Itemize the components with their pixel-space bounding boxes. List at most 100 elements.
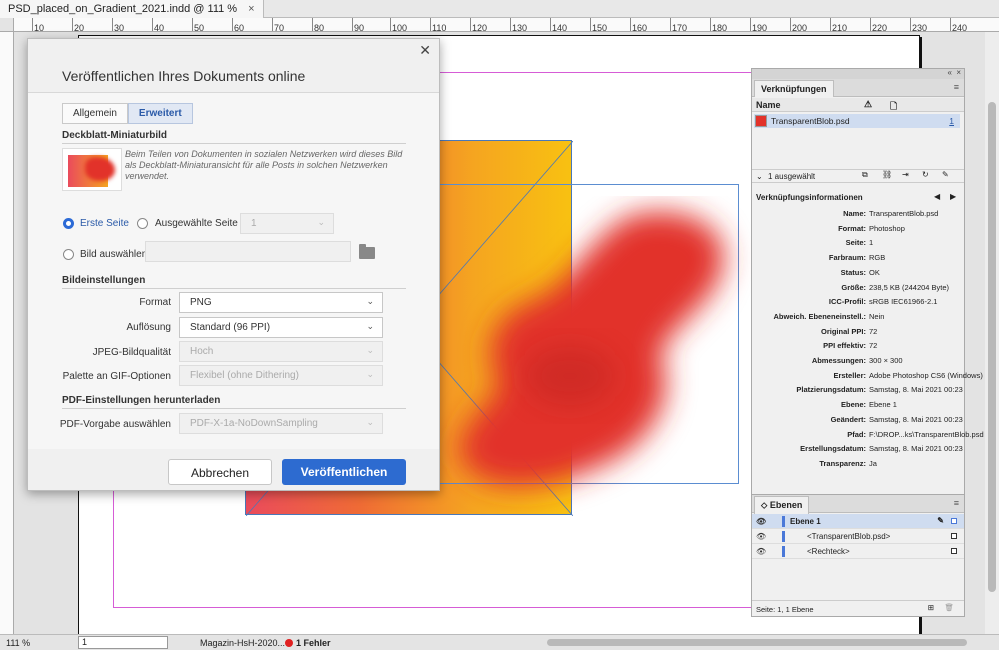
link-row[interactable]: TransparentBlob.psd 1	[754, 114, 960, 128]
column-name[interactable]: Name	[756, 100, 781, 110]
choose-image-label[interactable]: Bild auswählen	[80, 249, 147, 260]
tab-links[interactable]: Verknüpfungen	[754, 80, 834, 97]
info-key: Ersteller:	[833, 370, 866, 380]
collapse-panel-icon[interactable]: «	[948, 68, 952, 77]
preflight-profile[interactable]: Magazin-HsH-2020...	[200, 638, 285, 648]
info-value: OK	[869, 267, 880, 277]
info-key: Abweich. Ebeneneinstell.:	[773, 311, 866, 321]
gif-palette-select: Flexibel (ohne Dithering) ⌄	[179, 365, 383, 386]
chevron-down-icon: ⌄	[366, 345, 374, 355]
radio-selected-page[interactable]	[137, 218, 148, 229]
new-layer-icon[interactable]: ⊞	[928, 603, 934, 612]
ruler-tick: 40	[151, 18, 165, 32]
selected-page-stepper: 1 ⌄	[240, 213, 334, 234]
expand-chevron-icon[interactable]: ⌄	[756, 172, 763, 181]
ruler-origin[interactable]	[0, 18, 14, 32]
horizontal-scroll-thumb[interactable]	[547, 639, 967, 646]
info-key: Status:	[840, 267, 866, 277]
layer-color-swatch	[782, 546, 785, 557]
radio-first-page[interactable]	[63, 218, 74, 229]
publish-button[interactable]: Veröffentlichen	[282, 459, 406, 485]
info-key: Format:	[838, 223, 866, 233]
thumbnail-blob	[85, 157, 115, 181]
ruler-tick: 220	[869, 18, 888, 32]
previous-link-icon[interactable]: ◀	[934, 192, 940, 201]
resolution-select[interactable]: Standard (96 PPI) ⌄	[179, 317, 383, 338]
ruler-tick: 130	[509, 18, 528, 32]
vertical-scrollbar[interactable]	[985, 32, 999, 634]
tab-layers[interactable]: ⬦ Ebenen	[754, 496, 810, 514]
format-select[interactable]: PNG ⌄	[179, 292, 383, 313]
vertical-scroll-thumb[interactable]	[988, 102, 996, 592]
info-value: Ebene 1	[869, 400, 897, 410]
ruler-tick: 110	[429, 18, 447, 32]
layers-menu-icon[interactable]: ≡	[954, 498, 959, 508]
eye-icon[interactable]: 👁	[756, 547, 766, 556]
layers-panel: ⬦ Ebenen ≡ 👁 Ebene 1 ✎ 👁 <TransparentBlo…	[752, 494, 964, 616]
ruler-tick: 170	[669, 18, 688, 32]
page-icon[interactable]: 🗋	[890, 99, 897, 115]
info-key: Größe:	[841, 282, 866, 292]
close-tab-icon[interactable]: ×	[248, 3, 254, 15]
info-value: Samstag, 8. Mai 2021 00:23	[869, 414, 963, 424]
document-tab-title: PSD_placed_on_Gradient_2021.indd @ 111 %	[8, 3, 238, 15]
edit-original-icon[interactable]: ✎	[942, 170, 949, 179]
relink-icon[interactable]: ⛓	[882, 170, 892, 179]
ruler-tick: 190	[749, 18, 768, 32]
layer-name: Ebene 1	[790, 517, 821, 526]
ruler-tick: 90	[351, 18, 365, 32]
close-panel-icon[interactable]: ×	[956, 68, 961, 77]
jpeg-quality-select: Hoch ⌄	[179, 341, 383, 362]
folder-icon[interactable]	[359, 244, 375, 259]
info-value: 1	[869, 238, 874, 248]
info-key: Name:	[843, 209, 866, 218]
selected-count: 1 ausgewählt	[768, 172, 816, 181]
info-value: Nein	[869, 311, 885, 321]
first-page-label[interactable]: Erste Seite	[80, 218, 129, 229]
next-link-icon[interactable]: ▶	[950, 192, 956, 201]
pen-icon[interactable]: ✎	[937, 516, 944, 525]
cc-libraries-icon[interactable]: ⧉	[862, 170, 868, 180]
layers-tab-label: Ebenen	[769, 500, 803, 510]
select-square-icon[interactable]	[951, 518, 957, 524]
tab-advanced[interactable]: Erweitert	[127, 103, 193, 124]
trash-icon[interactable]: 🗑	[944, 603, 954, 612]
eye-icon[interactable]: 👁	[756, 517, 766, 526]
chevron-down-icon: ⌄	[366, 369, 374, 379]
layer-color-swatch	[782, 531, 785, 542]
go-to-link-icon[interactable]: ⇥	[902, 170, 909, 179]
link-page-number[interactable]: 1	[949, 116, 954, 126]
document-tab-bar: PSD_placed_on_Gradient_2021.indd @ 111 %…	[0, 0, 999, 18]
vertical-ruler[interactable]	[0, 32, 14, 634]
close-icon[interactable]: ✕	[419, 42, 431, 59]
cancel-button[interactable]: Abbrechen	[168, 459, 272, 485]
layer-item-row[interactable]: 👁 <TransparentBlob.psd>	[752, 529, 964, 544]
panel-menu-icon[interactable]: ≡	[954, 82, 959, 92]
layer-row[interactable]: 👁 Ebene 1 ✎	[752, 514, 964, 529]
error-dot-icon	[285, 639, 293, 647]
info-value: 300 × 300	[869, 356, 903, 365]
image-settings-title: Bildeinstellungen	[62, 275, 146, 286]
error-count: 1 Fehler	[296, 638, 331, 648]
ruler-tick: 100	[389, 18, 408, 32]
links-panel: « × Verknüpfungen ≡ Name ⚠ 🗋 Transparent…	[751, 68, 984, 617]
pdf-preset-select: PDF-X-1a-NoDownSampling ⌄	[179, 413, 383, 434]
select-square-icon[interactable]	[951, 533, 957, 539]
preflight-errors[interactable]: 1 Fehler	[285, 638, 331, 648]
select-square-icon[interactable]	[951, 548, 957, 554]
tab-general[interactable]: Allgemein	[62, 103, 128, 124]
ruler-tick: 230	[909, 18, 928, 32]
eye-icon[interactable]: 👁	[756, 532, 766, 541]
horizontal-ruler[interactable]: 10 20 30 40 50 60 70 80 90 100 110 120 1…	[14, 18, 999, 32]
selected-page-label[interactable]: Ausgewählte Seite	[155, 218, 238, 229]
layer-item-row[interactable]: 👁 <Rechteck>	[752, 544, 964, 559]
link-file-name: TransparentBlob.psd	[771, 116, 850, 126]
document-tab[interactable]: PSD_placed_on_Gradient_2021.indd @ 111 %…	[0, 0, 264, 18]
warning-icon[interactable]: ⚠	[864, 99, 872, 110]
zoom-level[interactable]: 111 %	[6, 638, 30, 648]
ruler-tick: 120	[469, 18, 488, 32]
transparent-blob-image[interactable]	[420, 196, 780, 516]
page-number-field[interactable]: 1	[78, 636, 168, 649]
update-link-icon[interactable]: ↻	[922, 170, 929, 179]
radio-choose-image[interactable]	[63, 249, 74, 260]
